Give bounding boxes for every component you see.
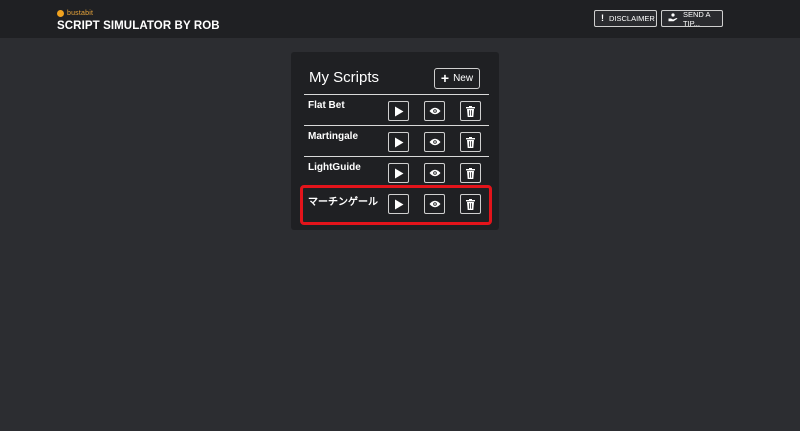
plus-icon: + <box>440 70 450 86</box>
trash-icon <box>466 105 475 117</box>
script-row: Flat Bet <box>304 94 489 125</box>
play-icon <box>394 106 403 116</box>
play-icon <box>394 168 403 178</box>
eye-icon <box>429 169 440 177</box>
play-icon <box>394 137 403 147</box>
disclaimer-button[interactable]: ! DISCLAIMER <box>594 10 657 27</box>
view-script-button[interactable] <box>424 132 445 152</box>
panel-title: My Scripts <box>309 69 380 86</box>
delete-script-button[interactable] <box>460 194 481 214</box>
hand-coin-icon <box>668 13 678 24</box>
eye-icon <box>429 107 440 115</box>
play-icon <box>394 199 403 209</box>
app-title: SCRIPT SIMULATOR BY ROB <box>57 20 220 32</box>
new-script-button[interactable]: + New <box>434 68 480 89</box>
trash-icon <box>466 198 475 210</box>
run-script-button[interactable] <box>388 194 409 214</box>
script-name: Flat Bet <box>308 100 345 111</box>
top-navbar: bustabit SCRIPT SIMULATOR BY ROB ! DISCL… <box>0 0 800 38</box>
run-script-button[interactable] <box>388 101 409 121</box>
brand-logo: bustabit <box>57 9 220 18</box>
script-name: LightGuide <box>308 162 361 173</box>
script-name: Martingale <box>308 131 359 142</box>
bustabit-logo-icon <box>57 10 64 17</box>
script-list: Flat Bet Martingale LightGuide マーチンゲール <box>304 94 489 218</box>
delete-script-button[interactable] <box>460 163 481 183</box>
delete-script-button[interactable] <box>460 132 481 152</box>
script-row: LightGuide <box>304 156 489 187</box>
delete-script-button[interactable] <box>460 101 481 121</box>
eye-icon <box>429 200 440 208</box>
eye-icon <box>429 138 440 146</box>
script-name: マーチンゲール <box>308 197 378 208</box>
script-row: Martingale <box>304 125 489 156</box>
new-script-label: New <box>453 73 474 84</box>
send-tip-button[interactable]: SEND A TIP... <box>661 9 723 28</box>
disclaimer-label: DISCLAIMER <box>609 14 655 23</box>
brand[interactable]: bustabit SCRIPT SIMULATOR BY ROB <box>57 9 220 32</box>
logo-text: bustabit <box>67 10 94 17</box>
trash-icon <box>466 167 475 179</box>
run-script-button[interactable] <box>388 163 409 183</box>
exclamation-icon: ! <box>601 13 604 23</box>
send-tip-label: SEND A TIP... <box>683 9 711 28</box>
view-script-button[interactable] <box>424 101 445 121</box>
my-scripts-panel: My Scripts + New Flat Bet Martingale Lig… <box>291 52 499 230</box>
view-script-button[interactable] <box>424 163 445 183</box>
run-script-button[interactable] <box>388 132 409 152</box>
view-script-button[interactable] <box>424 194 445 214</box>
trash-icon <box>466 136 475 148</box>
script-row: マーチンゲール <box>304 187 489 218</box>
